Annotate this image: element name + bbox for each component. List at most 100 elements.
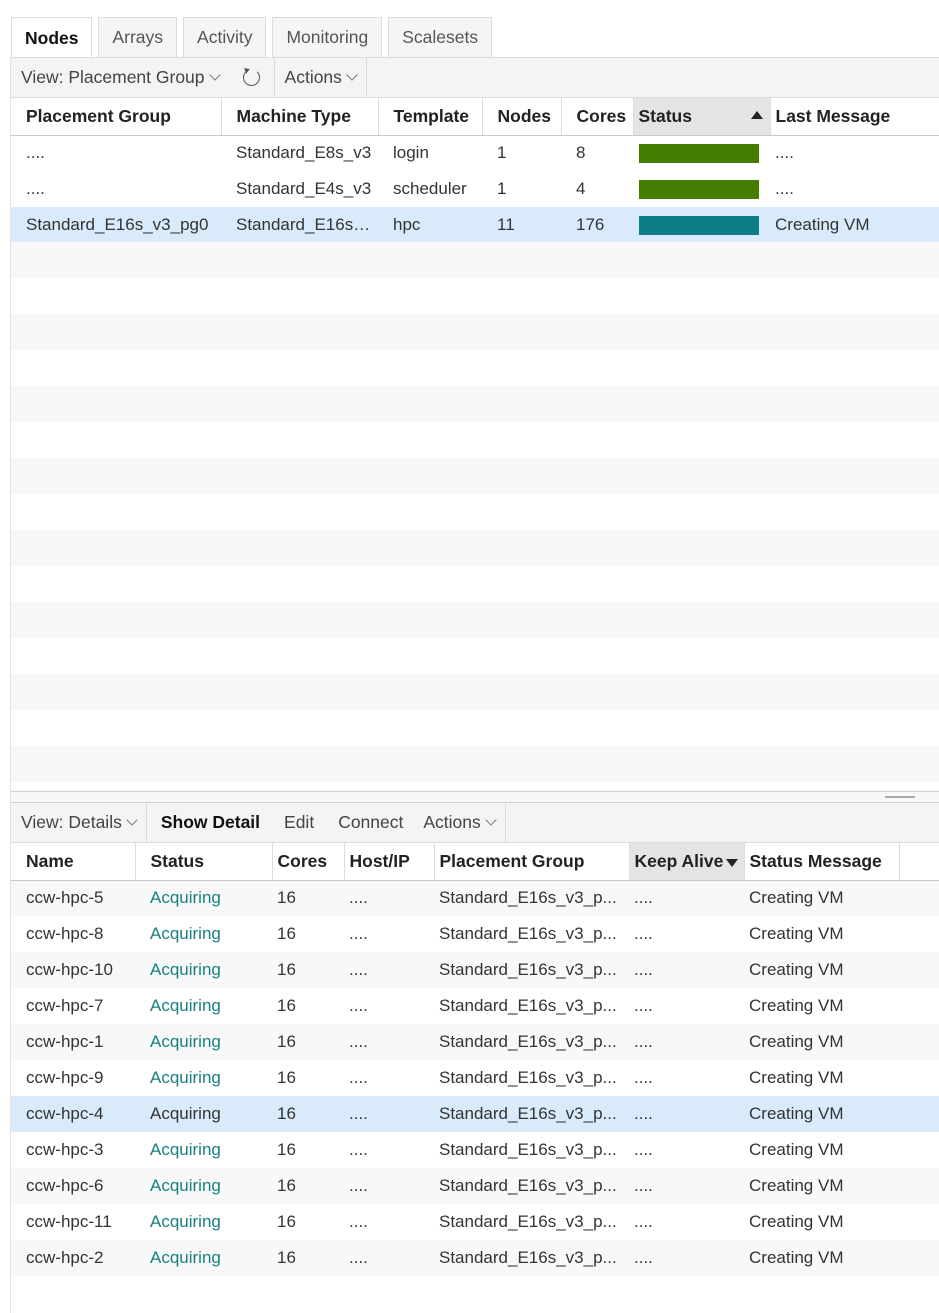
table-row[interactable]: ccw-hpc-3 Acquiring 16.... Standard_E16s_v3… (11, 1132, 939, 1168)
chevron-down-icon (485, 814, 497, 826)
view-details-dropdown[interactable]: View: Details (11, 803, 146, 843)
column-header-cores[interactable]: Cores (272, 843, 345, 881)
column-header-cores[interactable]: Cores (561, 98, 634, 136)
column-header-keep-alive[interactable]: Keep Alive (629, 843, 745, 881)
cell-status-message: Creating VM (744, 880, 899, 916)
table-row[interactable]: ccw-hpc-11 Acquiring 16.... Standard_E16s_v… (11, 1204, 939, 1240)
tab-activity[interactable]: Activity (183, 17, 267, 57)
cell-cores: 4 (576, 179, 586, 198)
cell-status: Acquiring (150, 924, 221, 943)
column-header-name[interactable]: Name (11, 843, 136, 881)
actions-label: Actions (284, 67, 342, 87)
cell-machine-type: Standard_E16s_v3 (221, 207, 378, 243)
refresh-button[interactable] (229, 58, 274, 98)
cell-keep-alive: .... (634, 1140, 653, 1159)
cell-template: scheduler (393, 179, 467, 198)
table-row[interactable]: ccw-hpc-2 Acquiring 16.... Standard_E16s_v3… (11, 1240, 939, 1276)
cell-status: Acquiring (150, 1068, 221, 1087)
table-row[interactable]: ccw-hpc-8 Acquiring 16.... Standard_E16s_v3… (11, 916, 939, 952)
cell-status: Acquiring (135, 1240, 272, 1276)
cell-empty (899, 1096, 939, 1132)
cell-empty (899, 916, 939, 952)
cell-empty (899, 952, 939, 988)
table-row[interactable]: .... Standard_E4s_v3 scheduler 1 4 .... (11, 171, 939, 207)
cell-cores: 16 (272, 1096, 344, 1132)
cell-placement-group: Standard_E16s_v3_pg0 (11, 207, 221, 243)
cell-host-ip: .... (349, 924, 368, 943)
table-row[interactable]: ccw-hpc-7 Acquiring 16.... Standard_E16s_v3… (11, 988, 939, 1024)
column-header-status-message[interactable]: Status Message (744, 843, 900, 881)
cell-name: ccw-hpc-9 (26, 1068, 104, 1087)
cell-name: ccw-hpc-8 (26, 924, 104, 943)
cell-status-message: Creating VM (749, 1140, 844, 1159)
cell-status-message: Creating VM (744, 952, 899, 988)
cell-keep-alive: .... (634, 1068, 653, 1087)
actions-dropdown[interactable]: Actions (275, 58, 366, 98)
cell-status-message: Creating VM (744, 1168, 899, 1204)
cell-name: ccw-hpc-5 (11, 880, 135, 916)
column-header-nodes[interactable]: Nodes (482, 98, 562, 136)
top-toolbar: View: Placement Group Actions (11, 57, 939, 98)
cell-keep-alive: .... (629, 880, 744, 916)
column-header-placement-group[interactable]: Placement Group (11, 98, 222, 136)
cell-name: ccw-hpc-10 (11, 952, 135, 988)
cell-placement-group: Standard_E16s_v3_p... (439, 1212, 617, 1231)
cell-status (633, 135, 770, 171)
cell-empty (899, 1240, 939, 1276)
column-header-host-ip[interactable]: Host/IP (344, 843, 435, 881)
show-detail-button[interactable]: Show Detail (147, 803, 270, 843)
table-header-row: Name Status Cores Host/IP Placement Grou… (11, 843, 939, 881)
table-row[interactable]: ccw-hpc-5 Acquiring 16.... Standard_E16s_v3… (11, 880, 939, 916)
connect-button[interactable]: Connect (324, 803, 413, 843)
cell-host-ip: .... (344, 1240, 434, 1276)
table-row[interactable]: ccw-hpc-6 Acquiring 16.... Standard_E16s_v3… (11, 1168, 939, 1204)
tab-nodes[interactable]: Nodes (11, 17, 93, 58)
empty-rows-area (11, 242, 939, 782)
table-row[interactable]: Standard_E16s_v3_pg0 Standard_E16s_v3 hp… (11, 207, 939, 243)
tab-scalesets[interactable]: Scalesets (388, 17, 493, 57)
cell-host-ip: .... (349, 1140, 368, 1159)
cell-placement-group: Standard_E16s_v3_p... (439, 924, 617, 943)
cell-cores: 16 (272, 1168, 344, 1204)
cell-keep-alive: .... (634, 1212, 653, 1231)
cell-keep-alive: .... (629, 1168, 744, 1204)
view-placement-group-dropdown[interactable]: View: Placement Group (11, 58, 229, 98)
cell-name: ccw-hpc-6 (11, 1168, 135, 1204)
cell-name: ccw-hpc-7 (26, 996, 104, 1015)
tab-monitoring[interactable]: Monitoring (272, 17, 383, 57)
cell-keep-alive: .... (629, 952, 744, 988)
refresh-icon (242, 69, 260, 86)
table-row[interactable]: ccw-hpc-10 Acquiring 16.... Standard_E16s_v… (11, 952, 939, 988)
status-header-label: Status (638, 105, 692, 126)
cell-empty (899, 1060, 939, 1096)
column-header-placement-group[interactable]: Placement Group (434, 843, 630, 881)
pane-splitter[interactable] (11, 791, 939, 803)
edit-button[interactable]: Edit (270, 803, 324, 843)
cell-placement-group: Standard_E16s_v3_p... (434, 880, 629, 916)
toolbar-separator (504, 802, 506, 843)
cell-status (633, 207, 770, 243)
cell-status: Acquiring (135, 1024, 272, 1060)
cell-cores: 16 (272, 1024, 344, 1060)
table-row[interactable]: ccw-hpc-4 Acquiring 16.... Standard_E16s_v3… (11, 1096, 939, 1132)
cell-template: hpc (378, 207, 482, 243)
column-header-template[interactable]: Template (378, 98, 483, 136)
status-bar (639, 143, 759, 163)
cell-placement-group: Standard_E16s_v3_p... (434, 1168, 629, 1204)
actions-dropdown[interactable]: Actions (413, 803, 504, 843)
table-row[interactable]: .... Standard_E8s_v3 login 1 8 .... (11, 135, 939, 171)
column-header-last-message[interactable]: Last Message (770, 98, 939, 136)
cell-cores: 16 (277, 996, 296, 1015)
view-label: View: Placement Group (21, 67, 205, 87)
column-header-empty (899, 843, 939, 881)
cell-placement-group: Standard_E16s_v3_p... (434, 1024, 629, 1060)
column-header-status[interactable]: Status (633, 98, 771, 136)
table-row[interactable]: ccw-hpc-1 Acquiring 16.... Standard_E16s_v3… (11, 1024, 939, 1060)
cell-empty (899, 1024, 939, 1060)
table-row[interactable]: ccw-hpc-9 Acquiring 16.... Standard_E16s_v3… (11, 1060, 939, 1096)
column-header-status[interactable]: Status (135, 843, 273, 881)
keep-alive-header-label: Keep Alive (634, 850, 724, 871)
splitter-grip[interactable] (885, 796, 915, 798)
column-header-machine-type[interactable]: Machine Type (221, 98, 379, 136)
tab-arrays[interactable]: Arrays (98, 17, 178, 57)
